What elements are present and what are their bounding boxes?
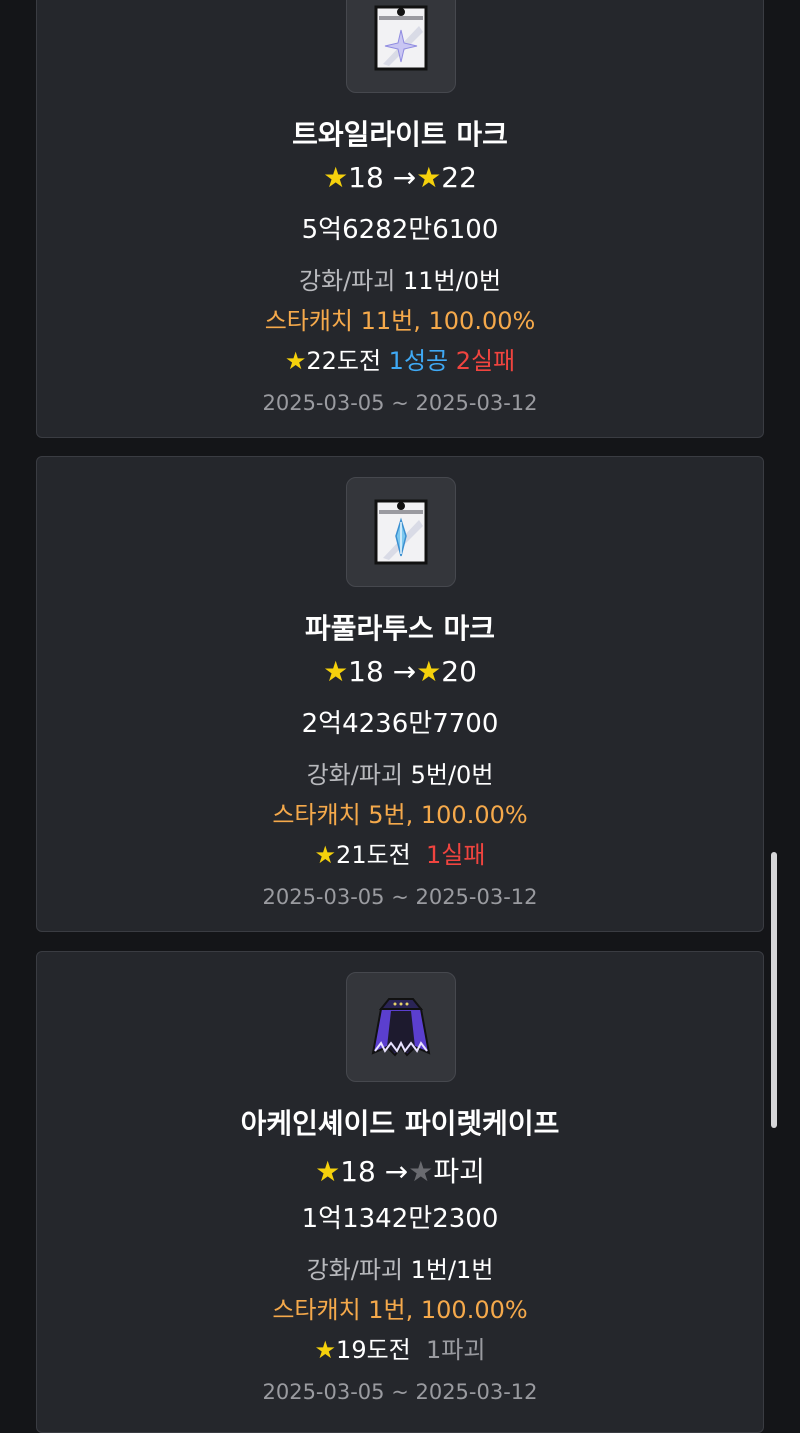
- star-icon: ★: [416, 161, 442, 194]
- star-gray-icon: ★: [408, 1155, 434, 1188]
- starcatch-info: 스타캐치 1번, 100.00%: [272, 1296, 528, 1324]
- from-star: 18: [348, 655, 384, 688]
- papulatus-mark-icon: [374, 499, 428, 565]
- arrow-icon: →: [392, 161, 417, 194]
- enhance-label: 강화/파괴: [306, 761, 403, 789]
- star-change: ★18 →★파괴: [37, 1150, 763, 1190]
- star-change: ★18 →★20: [37, 655, 763, 688]
- fail-count: 1실패: [426, 841, 486, 869]
- item-name: 파풀라투스 마크: [304, 612, 496, 645]
- starcatch-info: 스타캐치 5번, 100.00%: [272, 801, 528, 829]
- star-icon: ★: [284, 347, 307, 375]
- date-range: 2025-03-05 ~ 2025-03-12: [262, 885, 538, 909]
- to-star: 20: [441, 655, 477, 688]
- item-icon-box: [346, 0, 456, 93]
- from-star: 18: [348, 161, 384, 194]
- enhance-value: 11번/0번: [402, 267, 502, 295]
- star-icon: ★: [323, 161, 349, 194]
- arrow-icon: →: [392, 655, 417, 688]
- challenge-result: ★21도전 1실패: [37, 835, 763, 870]
- destroy-count: 1파괴: [426, 1336, 486, 1364]
- success-count: 1성공: [388, 347, 449, 375]
- challenge-result: ★22도전 1성공 2실패: [37, 341, 763, 376]
- enhance-label: 강화/파괴: [306, 1256, 403, 1284]
- scrollbar[interactable]: [771, 852, 777, 1128]
- item-card[interactable]: 파풀라투스 마크 ★18 →★20 2억4236만7700 강화/파괴 5번/0…: [36, 456, 764, 932]
- star-change: ★18 →★22: [37, 161, 763, 194]
- twilight-mark-icon: [374, 5, 428, 71]
- cost: 2억4236만7700: [301, 709, 499, 739]
- enhance-count: 강화/파괴 1번/1번: [37, 1250, 763, 1285]
- enhance-count: 강화/파괴 5번/0번: [37, 755, 763, 790]
- challenge-result: ★19도전 1파괴: [37, 1330, 763, 1365]
- item-icon-box: [346, 477, 456, 587]
- cost: 1억1342만2300: [301, 1204, 499, 1234]
- enhance-value: 1번/1번: [410, 1256, 494, 1284]
- date-range: 2025-03-05 ~ 2025-03-12: [262, 391, 538, 415]
- item-card[interactable]: 아케인셰이드 파이렛케이프 ★18 →★파괴 1억1342만2300 강화/파괴…: [36, 951, 764, 1433]
- item-name: 트와일라이트 마크: [292, 118, 508, 151]
- arrow-icon: →: [384, 1155, 409, 1188]
- to-star: 22: [441, 161, 477, 194]
- enhance-count: 강화/파괴 11번/0번: [37, 261, 763, 296]
- date-range: 2025-03-05 ~ 2025-03-12: [262, 1380, 538, 1404]
- challenge-label: 21도전: [336, 841, 411, 869]
- item-card[interactable]: 트와일라이트 마크 ★18 →★22 5억6282만6100 강화/파괴 11번…: [36, 0, 764, 438]
- star-icon: ★: [315, 1155, 341, 1188]
- star-icon: ★: [416, 655, 442, 688]
- from-star: 18: [340, 1155, 376, 1188]
- challenge-label: 22도전: [306, 347, 382, 375]
- star-icon: ★: [314, 1336, 337, 1364]
- item-icon-box: [346, 972, 456, 1082]
- star-icon: ★: [314, 841, 337, 869]
- item-name: 아케인셰이드 파이렛케이프: [240, 1107, 560, 1140]
- arcane-cape-icon: [371, 998, 431, 1057]
- cost: 5억6282만6100: [301, 215, 499, 245]
- starcatch-info: 스타캐치 11번, 100.00%: [264, 307, 536, 335]
- enhance-label: 강화/파괴: [298, 267, 396, 295]
- to-star: 파괴: [433, 1155, 485, 1188]
- challenge-label: 19도전: [336, 1336, 411, 1364]
- fail-count: 2실패: [455, 347, 516, 375]
- star-icon: ★: [323, 655, 349, 688]
- enhance-value: 5번/0번: [410, 761, 494, 789]
